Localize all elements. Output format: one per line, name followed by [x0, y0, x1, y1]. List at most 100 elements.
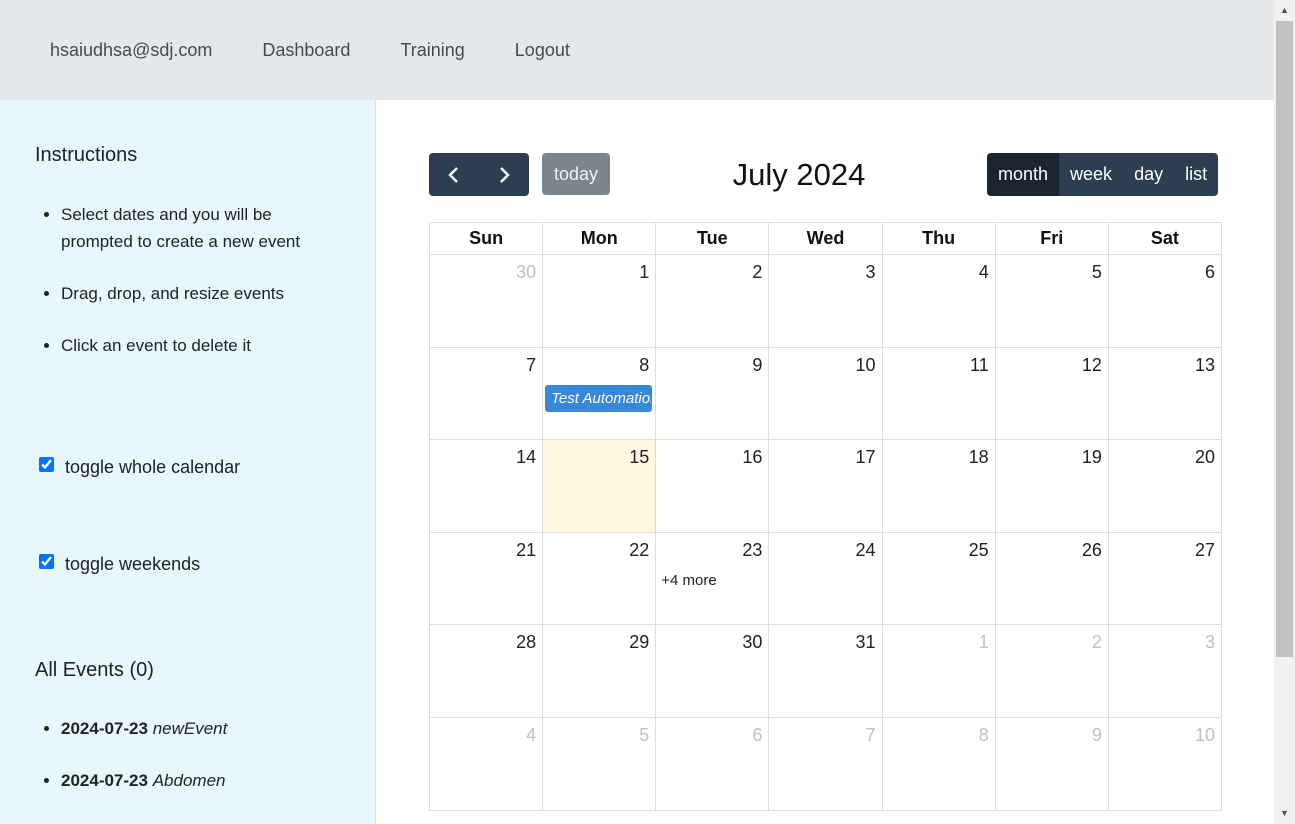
- events-list: 2024-07-23 newEvent 2024-07-23 Abdomen: [35, 715, 335, 819]
- day-cell[interactable]: 30: [428, 254, 544, 348]
- event-name: Abdomen: [152, 771, 226, 790]
- day-cell[interactable]: 7: [428, 346, 544, 441]
- view-month-button[interactable]: month: [987, 153, 1060, 196]
- day-cell[interactable]: 13: [1107, 346, 1223, 441]
- nav-user-email[interactable]: hsaiudhsa@sdj.com: [50, 40, 212, 61]
- day-number: 3: [1204, 632, 1215, 653]
- day-cell[interactable]: 2: [994, 624, 1109, 718]
- day-number: 1: [978, 632, 989, 653]
- nav-dashboard-link[interactable]: Dashboard: [262, 40, 350, 61]
- calendar-grid: Sun Mon Tue Wed Thu Fri Sat 30 1 2 3 4 5…: [428, 222, 1223, 811]
- day-number: 6: [752, 724, 763, 745]
- day-cell[interactable]: 5: [542, 716, 657, 811]
- day-cell[interactable]: 11: [881, 346, 996, 441]
- day-number: 2: [1091, 632, 1102, 653]
- day-cell[interactable]: 16: [655, 439, 770, 533]
- day-cell[interactable]: 19: [994, 439, 1109, 533]
- day-cell[interactable]: 25: [881, 531, 996, 626]
- week-row: 4 5 6 7 8 9 10: [428, 716, 1223, 811]
- day-cell[interactable]: 4: [428, 716, 544, 811]
- day-cell[interactable]: 2: [655, 254, 770, 348]
- calendar-main: today July 2024 month week day list Sun …: [377, 100, 1274, 824]
- nav-logout-link[interactable]: Logout: [515, 40, 570, 61]
- day-number: 11: [970, 354, 989, 375]
- day-number: 21: [516, 539, 537, 560]
- event-date: 2024-07-23: [61, 771, 148, 790]
- day-cell[interactable]: 27: [1107, 531, 1223, 626]
- toggle-weekends-row[interactable]: toggle weekends: [39, 554, 200, 575]
- day-number: 8: [639, 354, 650, 375]
- day-number: 28: [516, 632, 537, 653]
- day-cell[interactable]: 8: [881, 716, 996, 811]
- day-number: 10: [855, 354, 876, 375]
- more-events-link[interactable]: +4 more: [661, 572, 716, 589]
- instructions-title: Instructions: [35, 144, 138, 166]
- nav-training-link[interactable]: Training: [400, 40, 464, 61]
- day-cell[interactable]: 6: [655, 716, 770, 811]
- day-cell[interactable]: 1: [542, 254, 657, 348]
- day-cell[interactable]: 17: [768, 439, 883, 533]
- day-number: 2: [752, 262, 763, 282]
- day-cell[interactable]: 24: [768, 531, 883, 626]
- day-cell[interactable]: 20: [1107, 439, 1223, 533]
- day-number: 12: [1081, 354, 1102, 375]
- toggle-calendar-row[interactable]: toggle whole calendar: [39, 457, 240, 478]
- day-number: 4: [978, 262, 989, 282]
- day-cell[interactable]: 10: [768, 346, 883, 441]
- day-cell[interactable]: 30: [655, 624, 770, 718]
- day-number: 1: [639, 262, 650, 282]
- scrollbar-thumb[interactable]: [1276, 21, 1293, 657]
- day-cell[interactable]: 3: [768, 254, 883, 348]
- view-day-button[interactable]: day: [1123, 153, 1175, 196]
- scroll-down-arrow-icon[interactable]: ▼: [1274, 805, 1295, 822]
- day-number: 19: [1081, 447, 1102, 468]
- day-cell[interactable]: 7: [768, 716, 883, 811]
- day-cell[interactable]: 3: [1107, 624, 1223, 718]
- event-date: 2024-07-23: [61, 719, 148, 738]
- event-name: newEvent: [152, 719, 228, 738]
- toggle-weekends-checkbox[interactable]: [39, 554, 54, 569]
- day-cell[interactable]: 4: [881, 254, 996, 348]
- day-cell[interactable]: 8 Test Automation: [542, 346, 657, 441]
- day-number: 5: [1091, 262, 1102, 282]
- today-cell[interactable]: 15: [542, 439, 657, 533]
- event-list-item: 2024-07-23 Abdomen: [61, 767, 335, 794]
- instructions-list: Select dates and you will be prompted to…: [35, 201, 335, 384]
- day-cell[interactable]: 14: [428, 439, 544, 533]
- day-cell[interactable]: 22: [542, 531, 657, 626]
- scroll-up-arrow-icon[interactable]: ▲: [1274, 2, 1295, 19]
- day-cell[interactable]: 31: [768, 624, 883, 718]
- day-cell[interactable]: 26: [994, 531, 1109, 626]
- day-number: 27: [1194, 539, 1215, 560]
- sidebar: Instructions Select dates and you will b…: [0, 100, 376, 824]
- day-cell[interactable]: 18: [881, 439, 996, 533]
- day-cell[interactable]: 28: [428, 624, 544, 718]
- weekday-header: Sun: [428, 222, 544, 255]
- weekday-header: Tue: [655, 222, 770, 255]
- day-number: 13: [1194, 354, 1215, 375]
- day-number: 6: [1204, 262, 1215, 282]
- day-cell[interactable]: 5: [994, 254, 1109, 348]
- day-number: 17: [855, 447, 876, 468]
- day-number: 26: [1081, 539, 1102, 560]
- day-cell[interactable]: 23 +4 more: [655, 531, 770, 626]
- toggle-calendar-checkbox[interactable]: [39, 457, 54, 472]
- day-cell[interactable]: 29: [542, 624, 657, 718]
- week-row: 28 29 30 31 1 2 3: [428, 624, 1223, 718]
- day-cell[interactable]: 9: [655, 346, 770, 441]
- day-number: 29: [629, 632, 650, 653]
- day-number: 14: [516, 447, 537, 468]
- day-cell[interactable]: 12: [994, 346, 1109, 441]
- day-cell[interactable]: 21: [428, 531, 544, 626]
- day-cell[interactable]: 10: [1107, 716, 1223, 811]
- day-cell[interactable]: 9: [994, 716, 1109, 811]
- instruction-item: Select dates and you will be prompted to…: [61, 201, 335, 255]
- view-list-button[interactable]: list: [1174, 153, 1219, 196]
- day-cell[interactable]: 1: [881, 624, 996, 718]
- page-scrollbar[interactable]: ▲ ▼: [1274, 0, 1295, 824]
- week-row: 14 15 16 17 18 19 20: [428, 439, 1223, 533]
- day-cell[interactable]: 6: [1107, 254, 1223, 348]
- day-number: 15: [629, 447, 650, 468]
- view-week-button[interactable]: week: [1059, 153, 1124, 196]
- event-chip[interactable]: Test Automation: [545, 384, 653, 412]
